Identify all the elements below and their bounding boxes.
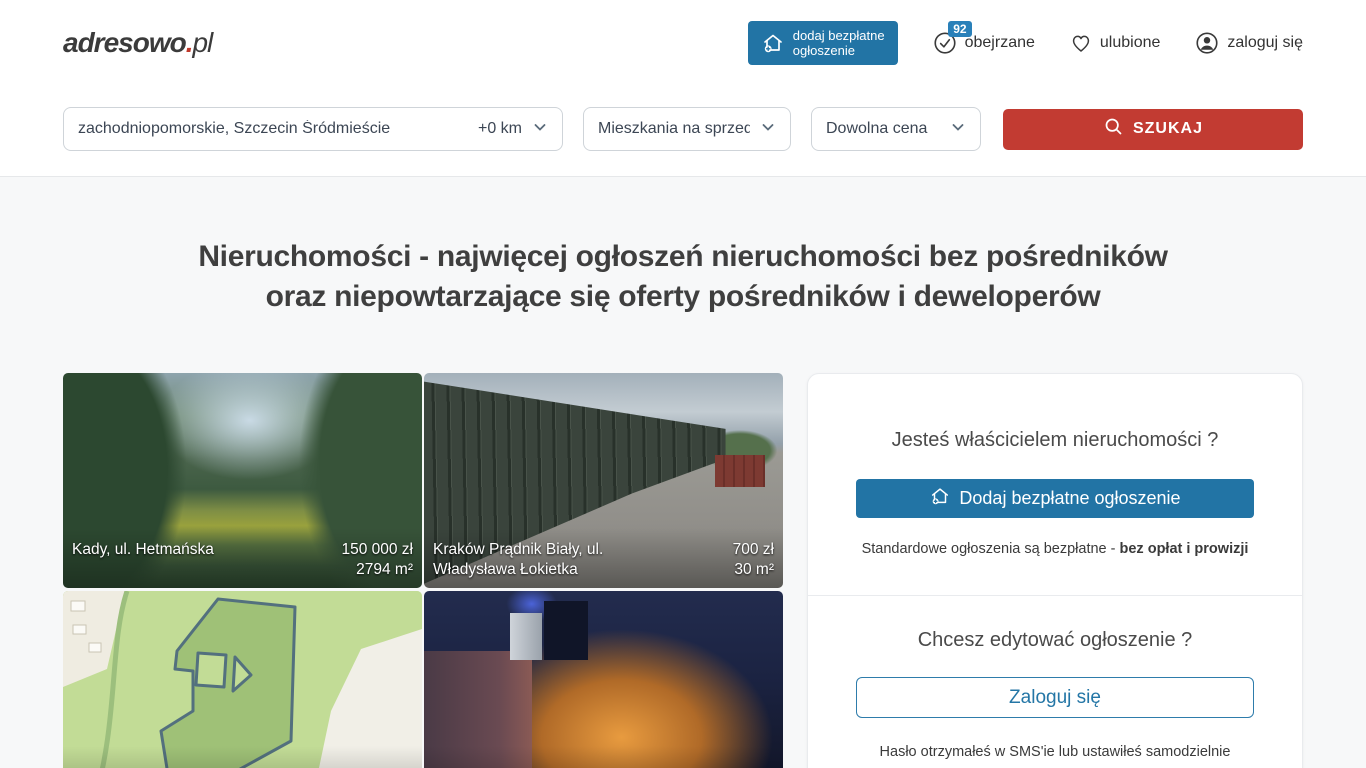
viewed-label: obejrzane xyxy=(965,34,1035,52)
listing-title: Kady, ul. Hetmańska xyxy=(72,540,214,560)
card-shade xyxy=(63,746,422,768)
search-icon xyxy=(1103,116,1124,142)
viewed-count-badge: 92 xyxy=(948,21,971,37)
listings-grid: Kady, ul. Hetmańska 150 000 zł 2794 m² K… xyxy=(63,373,783,768)
page-title: Nieruchomości - najwięcej ogłoszeń nieru… xyxy=(63,177,1303,317)
listing-label: Kraków Prądnik Biały, ul. Władysława Łok… xyxy=(424,536,783,588)
chevron-down-icon xyxy=(532,119,548,140)
owner-note-bold: bez opłat i prowizji xyxy=(1120,541,1249,557)
site-logo[interactable]: adresowo.pl xyxy=(63,27,212,59)
sidebar-divider xyxy=(808,595,1302,596)
listing-card[interactable]: Kraków Prądnik Biały, ul. Władysława Łok… xyxy=(424,373,783,588)
add-listing-line1: dodaj bezpłatne xyxy=(793,28,885,43)
owner-note: Standardowe ogłoszenia są bezpłatne - be… xyxy=(856,541,1254,557)
listing-price: 150 000 zł xyxy=(341,540,413,560)
listing-area: 2794 m² xyxy=(341,560,413,580)
page-title-line2: oraz niepowtarzające się oferty pośredni… xyxy=(63,277,1303,317)
main-content: Nieruchomości - najwięcej ogłoszeń nieru… xyxy=(0,177,1366,768)
login-link[interactable]: zaloguj się xyxy=(1194,30,1303,56)
favorites-label: ulubione xyxy=(1100,34,1161,52)
edit-note: Hasło otrzymałeś w SMS'ie lub ustawiłeś … xyxy=(856,744,1254,760)
check-circle-icon: 92 xyxy=(932,30,958,56)
add-listing-sidebar-label: Dodaj bezpłatne ogłoszenie xyxy=(959,488,1180,509)
radius-value: +0 km xyxy=(478,120,522,138)
logo-name: adresowo xyxy=(63,27,186,58)
radius-select[interactable]: +0 km xyxy=(478,119,548,140)
viewed-link[interactable]: 92 obejrzane xyxy=(932,30,1035,56)
add-listing-label: dodaj bezpłatneogłoszenie xyxy=(793,28,885,58)
chevron-down-icon xyxy=(950,119,966,140)
category-select[interactable]: Mieszkania na sprzeda xyxy=(583,107,791,151)
listing-label: Kady, ul. Hetmańska 150 000 zł 2794 m² xyxy=(63,536,422,588)
add-listing-sidebar-button[interactable]: Dodaj bezpłatne ogłoszenie xyxy=(856,479,1254,518)
search-button-label: SZUKAJ xyxy=(1133,120,1203,138)
owner-heading: Jesteś właścicielem nieruchomości ? xyxy=(856,429,1254,452)
header-actions: dodaj bezpłatneogłoszenie 92 obejrzane u… xyxy=(748,21,1303,65)
listing-card[interactable]: Jurata, ul. ks. Hieronima 380 000 zł xyxy=(424,591,783,768)
listing-card[interactable]: Kady, ul. Hetmańska 150 000 zł 2794 m² xyxy=(63,373,422,588)
search-button[interactable]: SZUKAJ xyxy=(1003,109,1303,150)
owner-sidebar: Jesteś właścicielem nieruchomości ? Doda… xyxy=(807,373,1303,768)
favorites-link[interactable]: ulubione xyxy=(1069,31,1161,55)
price-select[interactable]: Dowolna cena xyxy=(811,107,981,151)
login-sidebar-button[interactable]: Zaloguj się xyxy=(856,677,1254,718)
add-listing-button[interactable]: dodaj bezpłatneogłoszenie xyxy=(748,21,898,65)
heart-icon xyxy=(1069,31,1093,55)
chevron-down-icon xyxy=(760,119,776,140)
category-value: Mieszkania na sprzeda xyxy=(598,120,750,138)
logo-tld: pl xyxy=(192,27,212,58)
search-bar: zachodniopomorskie, Szczecin Śródmieście… xyxy=(0,85,1366,177)
listing-area: 30 m² xyxy=(733,560,774,580)
house-plus-icon xyxy=(761,31,785,55)
user-circle-icon xyxy=(1194,30,1220,56)
map-image xyxy=(63,591,422,768)
listing-title: Kraków Prądnik Biały, ul. Władysława Łok… xyxy=(433,540,644,580)
listing-numbers: 700 zł 30 m² xyxy=(733,540,774,580)
login-label: zaloguj się xyxy=(1227,34,1303,52)
location-value: zachodniopomorskie, Szczecin Śródmieście xyxy=(78,120,478,138)
header: adresowo.pl dodaj bezpłatneogłoszenie 92… xyxy=(0,0,1366,85)
add-listing-line2: ogłoszenie xyxy=(793,43,855,58)
price-value: Dowolna cena xyxy=(826,120,940,138)
page-title-line1: Nieruchomości - najwięcej ogłoszeń nieru… xyxy=(63,237,1303,277)
listing-numbers: 150 000 zł 2794 m² xyxy=(341,540,413,580)
owner-note-prefix: Standardowe ogłoszenia są bezpłatne - xyxy=(862,541,1120,557)
main-row: Kady, ul. Hetmańska 150 000 zł 2794 m² K… xyxy=(63,373,1303,768)
listing-card[interactable]: Nowa Jastrząbka 300 000 zł xyxy=(63,591,422,768)
listing-price: 700 zł xyxy=(733,540,774,560)
edit-heading: Chcesz edytować ogłoszenie ? xyxy=(856,629,1254,652)
house-plus-icon xyxy=(929,485,951,512)
location-input[interactable]: zachodniopomorskie, Szczecin Śródmieście… xyxy=(63,107,563,151)
card-shade xyxy=(424,746,783,768)
